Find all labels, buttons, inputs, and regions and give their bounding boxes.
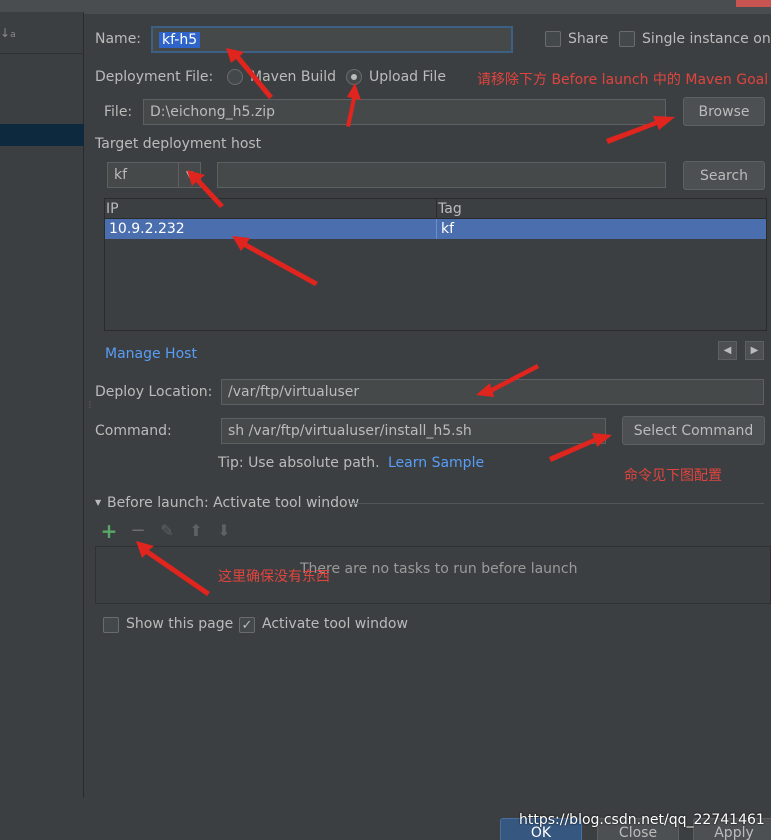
absolute-path-tip: Tip: Use absolute path.	[218, 455, 380, 471]
learn-sample-link[interactable]: Learn Sample	[388, 455, 484, 471]
column-header-tag[interactable]: Tag	[437, 199, 462, 219]
single-instance-checkbox[interactable]	[619, 31, 635, 47]
show-this-page-label: Show this page	[126, 616, 234, 632]
section-divider	[350, 503, 764, 504]
activate-tool-window-label: Activate tool window	[262, 616, 408, 632]
splitter-grip-icon[interactable]: ⋮	[86, 401, 94, 418]
checkmark-icon: ✓	[241, 617, 253, 633]
host-table: IP Tag 10.9.2.232 kf	[104, 198, 767, 331]
maven-build-label: Maven Build	[250, 69, 337, 85]
host-search-input[interactable]	[217, 162, 666, 188]
manage-host-link[interactable]: Manage Host	[105, 346, 197, 362]
share-label: Share	[568, 31, 609, 47]
next-page-icon[interactable]: ▶	[745, 341, 764, 360]
upload-file-label: Upload File	[369, 69, 446, 85]
browse-button[interactable]: Browse	[683, 97, 765, 126]
deployment-file-label: Deployment File:	[95, 69, 214, 85]
column-header-ip[interactable]: IP	[105, 199, 437, 219]
maven-build-radio[interactable]	[227, 69, 243, 85]
target-host-heading: Target deployment host	[95, 136, 262, 152]
table-row[interactable]: 10.9.2.232 kf	[105, 219, 766, 239]
add-task-icon[interactable]: +	[99, 521, 119, 541]
remove-task-icon[interactable]: −	[128, 521, 148, 541]
share-checkbox[interactable]	[545, 31, 561, 47]
deploy-location-value: /var/ftp/virtualuser	[228, 384, 360, 400]
annotation-ensure-empty: 这里确保没有东西	[218, 569, 330, 585]
file-path-input[interactable]: D:\eichong_h5.zip	[143, 99, 666, 125]
activate-tool-window-checkbox[interactable]: ✓	[239, 617, 255, 633]
move-up-icon[interactable]: ⬆	[186, 521, 206, 541]
host-tag-dropdown-value: kf	[114, 167, 128, 183]
command-label: Command:	[95, 423, 172, 439]
previous-page-icon[interactable]: ◀	[718, 341, 737, 360]
host-tag-dropdown[interactable]: kf ▼	[107, 162, 201, 188]
radio-selected-dot	[351, 74, 357, 80]
host-tag-cell: kf	[441, 221, 455, 237]
command-input[interactable]: sh /var/ftp/virtualuser/install_h5.sh	[221, 418, 606, 444]
show-this-page-checkbox[interactable]	[103, 617, 119, 633]
name-input-value: kf-h5	[159, 31, 201, 48]
file-path-value: D:\eichong_h5.zip	[150, 104, 275, 120]
selected-configuration-item[interactable]	[0, 124, 84, 146]
chevron-down-icon: ▼	[178, 163, 200, 187]
left-panel-header	[0, 0, 84, 12]
file-label: File:	[104, 104, 133, 120]
before-launch-heading: Before launch: Activate tool window	[107, 495, 360, 511]
name-label: Name:	[95, 31, 142, 47]
annotation-remove-maven-goal: 请移除下方 Before launch 中的 Maven Goal	[477, 72, 769, 88]
host-table-header: IP Tag	[105, 199, 766, 219]
watermark-url: https://blog.csdn.net/qq_22741461	[519, 812, 765, 828]
title-bar-strip	[84, 0, 771, 14]
annotation-command-config: 命令见下图配置	[624, 468, 722, 484]
search-button[interactable]: Search	[683, 161, 765, 190]
edit-task-icon[interactable]: ✎	[157, 521, 177, 541]
deploy-location-label: Deploy Location:	[95, 384, 213, 400]
move-down-icon[interactable]: ⬇	[214, 521, 234, 541]
single-instance-label: Single instance onl	[642, 31, 771, 47]
select-command-button[interactable]: Select Command	[622, 416, 765, 445]
configurations-tree-panel	[0, 0, 84, 798]
deploy-location-input[interactable]: /var/ftp/virtualuser	[221, 379, 764, 405]
name-input[interactable]: kf-h5	[151, 26, 513, 53]
command-value: sh /var/ftp/virtualuser/install_h5.sh	[228, 423, 472, 439]
upload-file-radio[interactable]	[346, 69, 362, 85]
host-ip-cell: 10.9.2.232	[105, 219, 437, 239]
window-close-button[interactable]	[736, 0, 771, 7]
no-tasks-message: There are no tasks to run before launch	[300, 561, 578, 577]
sort-alphabetically-icon[interactable]: ↓a	[0, 27, 16, 48]
collapse-triangle-icon[interactable]: ▼	[95, 498, 101, 507]
